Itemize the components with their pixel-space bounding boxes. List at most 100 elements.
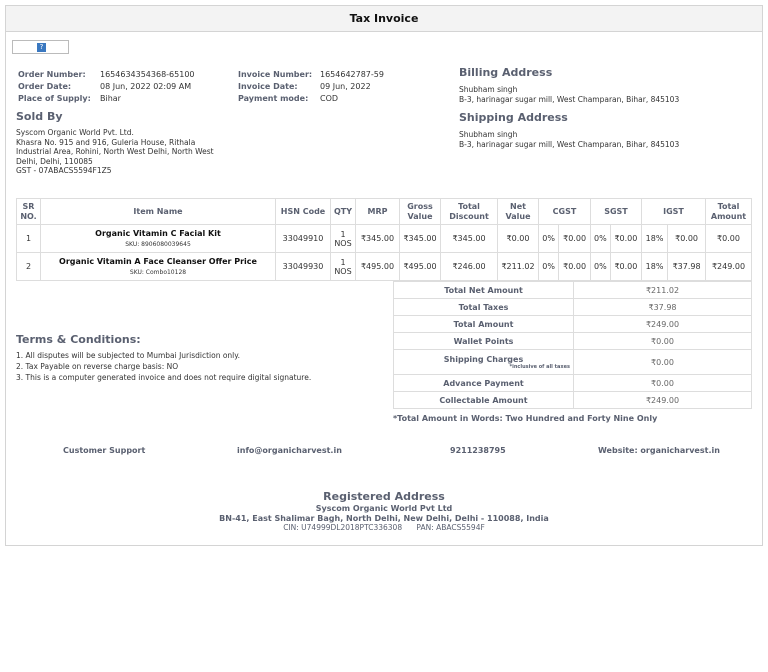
shipping-name: Shubham singh (459, 130, 518, 139)
summary-label: Total Taxes (393, 298, 574, 316)
cell-mrp: ₹495.00 (355, 252, 400, 281)
summary-row: Collectable Amount ₹249.00 (393, 391, 752, 409)
cell-igst-rate: 18% (640, 224, 669, 253)
cell-cgst: ₹0.00 (558, 224, 591, 253)
sold-by-heading: Sold By (16, 110, 63, 123)
table-row: 2 Organic Vitamin A Face Cleanser Offer P… (16, 252, 752, 281)
summary-row: Total Taxes ₹37.98 (393, 298, 752, 316)
registered-address: Registered Address Syscom Organic World … (0, 490, 768, 532)
pan-number: PAN: ABACS5594F (416, 523, 485, 532)
cell-discount: ₹246.00 (440, 252, 498, 281)
payment-mode-label: Payment mode: (238, 94, 309, 103)
term-item: 3. This is a computer generated invoice … (16, 373, 312, 382)
cell-sgst-rate: 0% (590, 252, 611, 281)
shipping-heading: Shipping Address (459, 111, 568, 124)
billing-name: Shubham singh (459, 85, 518, 94)
customer-support-label: Customer Support (63, 446, 146, 455)
invoice-number-label: Invoice Number: (238, 70, 313, 79)
terms-heading: Terms & Conditions: (16, 333, 141, 346)
seller-address-line: Industrial Area, Rohini, North West Delh… (16, 147, 214, 156)
table-row: 1 Organic Vitamin C Facial Kit SKU: 890608… (16, 224, 752, 253)
shipping-address: Shipping Address Shubham singh B-3, hari… (459, 111, 679, 149)
invoice-number: 1654642787-59 (320, 70, 384, 79)
seller-gst: GST - 07ABACS5594F1Z5 (16, 166, 112, 175)
summary-value: ₹211.02 (573, 281, 752, 299)
col-item-name: Item Name (40, 198, 276, 225)
billing-heading: Billing Address (459, 66, 553, 79)
cell-gross: ₹495.00 (399, 252, 441, 281)
cell-name: Organic Vitamin C Facial Kit SKU: 8906080… (40, 224, 276, 253)
summary-row: Total Amount ₹249.00 (393, 315, 752, 333)
summary-label: Wallet Points (393, 332, 574, 350)
item-name: Organic Vitamin C Facial Kit (95, 229, 221, 238)
cell-hsn: 33049930 (275, 252, 331, 281)
cell-sgst-rate: 0% (590, 224, 611, 253)
col-sgst: SGST (590, 198, 642, 225)
billing-address: Billing Address Shubham singh B-3, harin… (459, 66, 679, 104)
summary-value: ₹37.98 (573, 298, 752, 316)
summary-label-text: Advance Payment (443, 378, 524, 388)
seller-address-line: Khasra No. 915 and 916, Guleria House, R… (16, 137, 196, 147)
cell-qty: 1 NOS (330, 252, 356, 281)
summary-value: ₹0.00 (573, 374, 752, 392)
cell-igst: ₹37.98 (667, 252, 706, 281)
summary-value: ₹249.00 (573, 315, 752, 333)
summary-row: Wallet Points ₹0.00 (393, 332, 752, 350)
cell-gross: ₹345.00 (399, 224, 441, 253)
col-mrp: MRP (355, 198, 400, 225)
cell-sr: 1 (16, 224, 41, 253)
payment-mode: COD (320, 94, 339, 103)
summary-label-text: Shipping Charges (443, 354, 524, 364)
cell-sr: 2 (16, 252, 41, 281)
summary-row: Advance Payment ₹0.00 (393, 374, 752, 392)
col-hsn: HSN Code (275, 198, 331, 225)
page-title: Tax Invoice (6, 6, 762, 32)
support-email[interactable]: info@organicharvest.in (237, 446, 342, 455)
summary-label-text: Wallet Points (453, 336, 514, 346)
website-link[interactable]: Website: organicharvest.in (598, 446, 720, 455)
col-discount: Total Discount (440, 198, 498, 225)
order-number: 1654634354368-65100 (100, 70, 195, 79)
place-of-supply: Bihar (100, 94, 121, 103)
col-sr: SR NO. (16, 198, 41, 225)
summary-row: Shipping Charges *inclusive of all taxes ₹… (393, 349, 752, 375)
cell-total: ₹0.00 (705, 224, 752, 253)
col-gross: Gross Value (399, 198, 441, 225)
summary-table: Total Net Amount ₹211.02 Total Taxes ₹37.98… (393, 281, 752, 409)
cell-hsn: 33049910 (275, 224, 331, 253)
cell-cgst: ₹0.00 (558, 252, 591, 281)
summary-label: Total Amount (393, 315, 574, 333)
summary-label-text: Total Amount (453, 319, 514, 329)
invoice-meta: Invoice Number: 1654642787-59 Invoice Dat… (236, 68, 386, 106)
summary-value: ₹0.00 (573, 349, 752, 375)
place-of-supply-label: Place of Supply: (18, 94, 91, 103)
col-qty: QTY (330, 198, 356, 225)
registered-heading: Registered Address (323, 490, 445, 503)
summary-label: Advance Payment (393, 374, 574, 392)
invoice-date-label: Invoice Date: (238, 82, 298, 91)
seller-address-line: Delhi, Delhi, 110085 (16, 156, 93, 166)
broken-image-icon: ? (37, 43, 46, 52)
col-igst: IGST (641, 198, 706, 225)
cell-cgst-rate: 0% (537, 252, 560, 281)
summary-label-text: Collectable Amount (439, 395, 528, 405)
shipping-address-line: B-3, harinagar sugar mill, West Champara… (459, 139, 680, 149)
summary-label: Shipping Charges *inclusive of all taxes (393, 349, 574, 375)
table-header: SR NO. Item Name HSN Code QTY MRP Gross … (16, 198, 752, 225)
sold-by: Sold By Syscom Organic World Pvt. Ltd. K… (16, 110, 214, 176)
cell-mrp: ₹345.00 (355, 224, 400, 253)
items-table: SR NO. Item Name HSN Code QTY MRP Gross … (16, 198, 752, 281)
item-sku: SKU: Combo10128 (129, 269, 187, 276)
support-phone: 9211238795 (450, 446, 506, 455)
billing-address-line: B-3, harinagar sugar mill, West Champara… (459, 94, 680, 104)
term-item: 1. All disputes will be subjected to Mum… (16, 351, 241, 360)
col-total: Total Amount (705, 198, 752, 225)
summary-label-text: Total Taxes (458, 302, 509, 312)
item-sku: SKU: 8906080039645 (125, 241, 191, 248)
col-net: Net Value (497, 198, 539, 225)
summary-label-text: Total Net Amount (444, 285, 523, 295)
summary-label: Total Net Amount (393, 281, 574, 299)
summary-value: ₹0.00 (573, 332, 752, 350)
cell-net: ₹211.02 (497, 252, 539, 281)
cell-cgst-rate: 0% (537, 224, 560, 253)
